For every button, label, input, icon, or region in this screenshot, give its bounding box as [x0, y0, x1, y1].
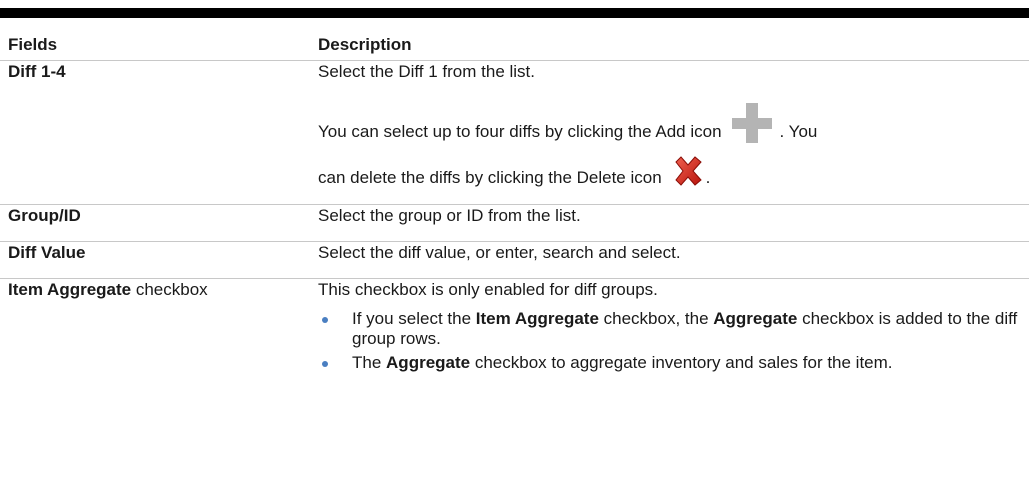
header-description: Description — [318, 35, 412, 54]
plus-icon — [731, 102, 772, 143]
bullet-icon — [322, 316, 328, 323]
list-item: If you select the Item Aggregate checkbo… — [318, 309, 1029, 349]
diff-line-1: Select the Diff 1 from the list. — [318, 61, 535, 81]
description-group-id: Select the group or ID from the list. — [318, 205, 581, 225]
field-item-aggregate-plain: checkbox — [131, 279, 208, 299]
field-diff-value: Diff Value — [8, 242, 86, 262]
bullet2-post: checkbox to aggregate inventory and sale… — [470, 352, 893, 372]
bullet1-pre: If you select the — [352, 308, 476, 328]
diff-line-2-tail: . You — [779, 121, 818, 141]
list-item: The Aggregate checkbox to aggregate inve… — [318, 353, 1029, 373]
table-row-item-aggregate: Item Aggregate checkbox This checkbox is… — [0, 278, 1029, 377]
description-diff: Select the Diff 1 from the list. You can… — [310, 60, 1029, 204]
document-page: Fields Description Diff 1-4 Select the D… — [0, 0, 1029, 483]
header-fields: Fields — [8, 35, 58, 54]
diff-line-3-tail: . — [705, 167, 711, 187]
fields-table: Fields Description Diff 1-4 Select the D… — [0, 26, 1029, 377]
description-diff-value: Select the diff value, or enter, search … — [318, 242, 681, 262]
bullet1-bold2: Aggregate — [713, 308, 798, 328]
delete-x-icon — [670, 153, 706, 189]
aggregate-bullet-list: If you select the Item Aggregate checkbo… — [318, 309, 1029, 373]
field-group-id: Group/ID — [8, 205, 81, 225]
table-row-group-id: Group/ID Select the group or ID from the… — [0, 204, 1029, 241]
bullet2-pre: The — [352, 352, 387, 372]
field-item-aggregate-bold: Item Aggregate — [8, 279, 132, 299]
table-row-diff-value: Diff Value Select the diff value, or ent… — [0, 241, 1029, 278]
field-item-aggregate: Item Aggregate checkbox — [0, 278, 310, 377]
table-header-row: Fields Description — [0, 26, 1029, 60]
diff-line-3-text: can delete the diffs by clicking the Del… — [318, 167, 662, 187]
diff-line-2-text: You can select up to four diffs by click… — [318, 121, 722, 141]
description-item-aggregate: This checkbox is only enabled for diff g… — [310, 278, 1029, 377]
table-top-rule — [0, 8, 1029, 18]
aggregate-description: This checkbox is only enabled for diff g… — [318, 279, 658, 299]
bullet1-bold1: Item Aggregate — [475, 308, 599, 328]
bullet2-bold: Aggregate — [386, 352, 471, 372]
bullet1-mid: checkbox, the — [598, 308, 714, 328]
diff-line-2: You can select up to four diffs by click… — [318, 102, 1029, 143]
bullet-icon — [322, 360, 328, 367]
field-diff: Diff 1-4 — [8, 61, 66, 81]
table-row-diff: Diff 1-4 Select the Diff 1 from the list… — [0, 60, 1029, 204]
diff-line-3: can delete the diffs by clicking the Del… — [318, 149, 1029, 189]
